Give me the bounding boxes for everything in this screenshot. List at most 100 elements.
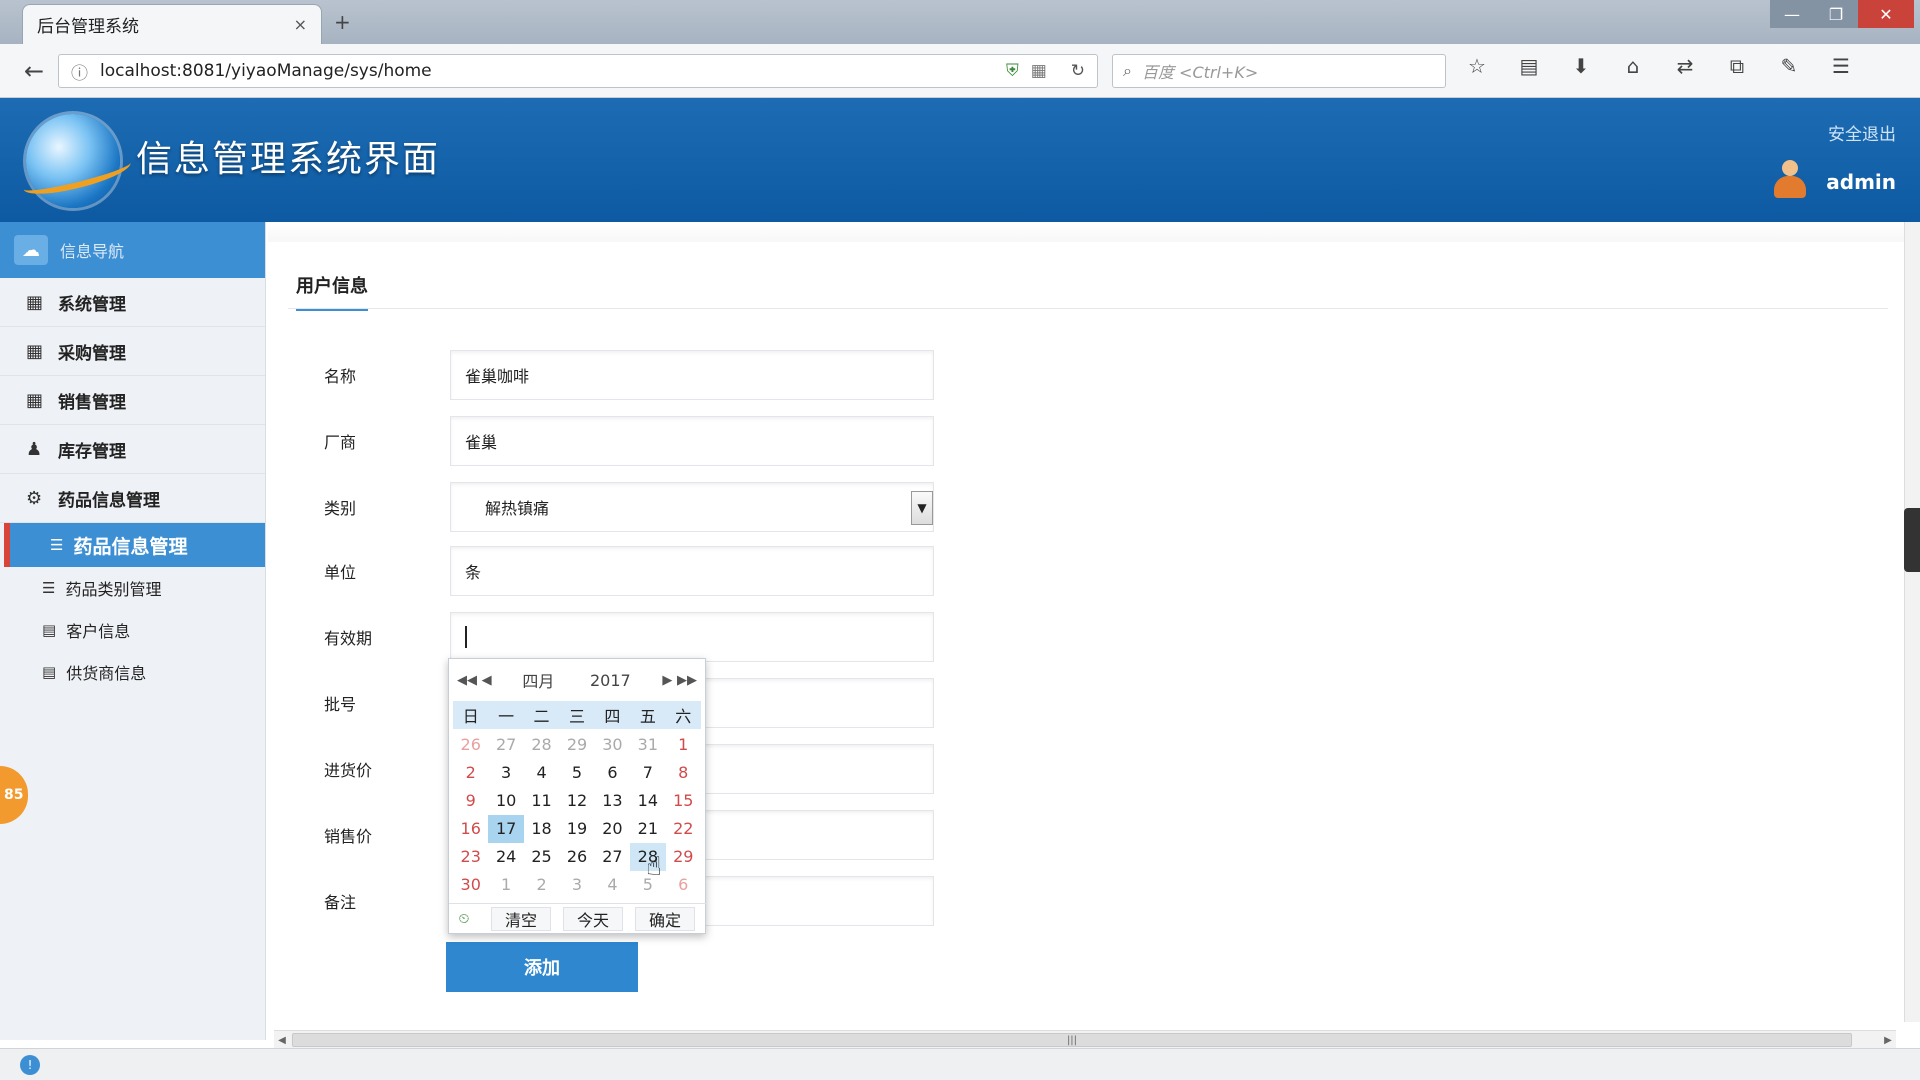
search-input[interactable]: ⌕ 百度 <Ctrl+K> (1112, 54, 1446, 88)
calendar-day[interactable]: 27 (595, 843, 630, 871)
calendar-day[interactable]: 6 (595, 759, 630, 787)
calendar-day[interactable]: 23 (453, 843, 488, 871)
field-label: 单位 (324, 563, 357, 582)
calendar-day[interactable]: 30 (453, 871, 488, 899)
today-button[interactable]: 今天 (563, 906, 623, 931)
field-label: 进货价 (324, 761, 373, 780)
tab-close-icon[interactable]: × (294, 15, 307, 34)
search-icon: ⌕ (1123, 61, 1132, 80)
calendar-day[interactable]: 10 (488, 787, 523, 815)
calendar-day[interactable]: 1 (488, 871, 523, 899)
prev-month-icon[interactable]: ◀ (477, 673, 496, 688)
next-month-icon[interactable]: ▶ (658, 673, 677, 688)
calendar-day[interactable]: 3 (559, 871, 594, 899)
vertical-scrollbar[interactable] (1904, 222, 1920, 1022)
new-tab-button[interactable]: + (334, 10, 351, 34)
calendar-day[interactable]: 17 (488, 815, 524, 843)
sidebar-subitem-drug-category[interactable]: ☰ 药品类别管理 (0, 567, 265, 609)
calendar-day[interactable]: 15 (666, 787, 701, 815)
tools-icon[interactable]: ✎ (1774, 54, 1804, 78)
unit-field[interactable]: 条 (450, 546, 934, 596)
calendar-day[interactable]: 6 (666, 871, 701, 899)
manufacturer-field[interactable]: 雀巢 (450, 416, 934, 466)
browser-tab[interactable]: 后台管理系统 × (22, 4, 322, 44)
chevron-down-icon[interactable]: ▼ (911, 491, 933, 525)
calendar-day[interactable]: 16 (453, 815, 488, 843)
calendar-day[interactable]: 12 (559, 787, 594, 815)
next-year-icon[interactable]: ▶▶ (677, 673, 697, 688)
shield-icon[interactable]: ! (20, 1054, 40, 1075)
menu-icon[interactable]: ☰ (1826, 54, 1856, 78)
calendar-day[interactable]: 22 (666, 815, 701, 843)
horizontal-scrollbar[interactable]: ◀ ||| ▶ (274, 1030, 1896, 1048)
sidebar-item-drug-info[interactable]: ⚙ 药品信息管理 (0, 474, 265, 523)
home-icon[interactable]: ⌂ (1618, 54, 1648, 78)
sidebar-subitem-drug-info[interactable]: ☰ 药品信息管理 (4, 523, 265, 567)
reader-icon[interactable]: ▤ (1514, 54, 1544, 78)
sidebar-item-purchase[interactable]: ▦ 采购管理 (0, 327, 265, 376)
site-info-icon[interactable]: ⓘ (71, 59, 88, 84)
calendar-day[interactable]: 18 (524, 815, 559, 843)
clear-button[interactable]: 清空 (491, 906, 551, 931)
sidebar-subitem-supplier[interactable]: ▤ 供货商信息 (0, 651, 265, 693)
calendar-day[interactable]: 4 (524, 759, 559, 787)
scrollbar-thumb[interactable]: ||| (292, 1033, 1852, 1047)
calendar-day[interactable]: 7 (630, 759, 665, 787)
calendar-day[interactable]: 4 (595, 871, 630, 899)
calendar-day[interactable]: 2 (524, 871, 559, 899)
calendar-day[interactable]: 27 (488, 731, 523, 759)
calendar-day[interactable]: 28 (524, 731, 559, 759)
calendar-day[interactable]: 20 (595, 815, 630, 843)
screenshot-icon[interactable]: ⧉ (1722, 54, 1752, 78)
prev-year-icon[interactable]: ◀◀ (457, 673, 477, 688)
year-label[interactable]: 2017 (590, 671, 658, 690)
sidebar-item-inventory[interactable]: ♟ 库存管理 (0, 425, 265, 474)
calendar-day[interactable]: 26 (453, 731, 488, 759)
download-icon[interactable]: ⬇ (1566, 54, 1596, 78)
calendar-day[interactable]: 19 (559, 815, 594, 843)
calendar-day[interactable]: 14 (630, 787, 665, 815)
calendar-day[interactable]: 24 (488, 843, 523, 871)
calendar-day[interactable]: 1 (666, 731, 701, 759)
address-bar[interactable]: ⓘ localhost:8081/yiyaoManage/sys/home ⛨ … (58, 54, 1098, 88)
sidebar-item-system[interactable]: ▦ 系统管理 (0, 278, 265, 327)
time-icon[interactable]: ⏲ (449, 911, 479, 927)
calendar-day[interactable]: 29 (666, 843, 701, 871)
calendar-day[interactable]: 8 (666, 759, 701, 787)
calendar-day[interactable]: 13 (595, 787, 630, 815)
close-window-button[interactable]: ✕ (1858, 0, 1914, 28)
calendar-day[interactable]: 25 (524, 843, 559, 871)
add-button[interactable]: 添加 (446, 942, 638, 992)
side-panel-handle[interactable] (1904, 508, 1920, 572)
scroll-right-icon[interactable]: ▶ (1880, 1031, 1896, 1049)
calendar-day[interactable]: 26 (559, 843, 594, 871)
sidebar-subitem-customer[interactable]: ▤ 客户信息 (0, 609, 265, 651)
name-field[interactable]: 雀巢咖啡 (450, 350, 934, 400)
category-select[interactable]: 解热镇痛 ▼ (450, 482, 934, 532)
calendar-day[interactable]: 31 (630, 731, 665, 759)
minimize-button[interactable]: — (1770, 0, 1814, 28)
security-shield-icon[interactable]: ⛨ (1006, 61, 1019, 81)
calendar-day[interactable]: 29 (559, 731, 594, 759)
sidebar-item-sales[interactable]: ▦ 销售管理 (0, 376, 265, 425)
reload-icon[interactable]: ↻ (1071, 61, 1085, 81)
expiry-date-field[interactable] (450, 612, 934, 662)
translate-icon[interactable]: ⇄ (1670, 54, 1700, 78)
url-text[interactable]: localhost:8081/yiyaoManage/sys/home (100, 61, 1006, 81)
month-label[interactable]: 四月 (522, 668, 590, 692)
qr-code-icon[interactable]: ▦ (1031, 61, 1047, 81)
calendar-day[interactable]: 9 (453, 787, 488, 815)
maximize-button[interactable]: ❐ (1814, 0, 1858, 28)
back-arrow-icon[interactable]: ← (16, 54, 52, 88)
calendar-day[interactable]: 5 (559, 759, 594, 787)
ok-button[interactable]: 确定 (635, 906, 695, 931)
calendar-day[interactable]: 2 (453, 759, 488, 787)
date-picker-header: ◀◀ ◀ 四月 2017 ▶ ▶▶ (449, 659, 705, 701)
scroll-left-icon[interactable]: ◀ (274, 1031, 290, 1049)
logout-link[interactable]: 安全退出 (1828, 120, 1896, 145)
calendar-day[interactable]: 30 (595, 731, 630, 759)
calendar-day[interactable]: 3 (488, 759, 523, 787)
star-icon[interactable]: ☆ (1462, 54, 1492, 78)
calendar-day[interactable]: 11 (524, 787, 559, 815)
calendar-day[interactable]: 21 (630, 815, 665, 843)
